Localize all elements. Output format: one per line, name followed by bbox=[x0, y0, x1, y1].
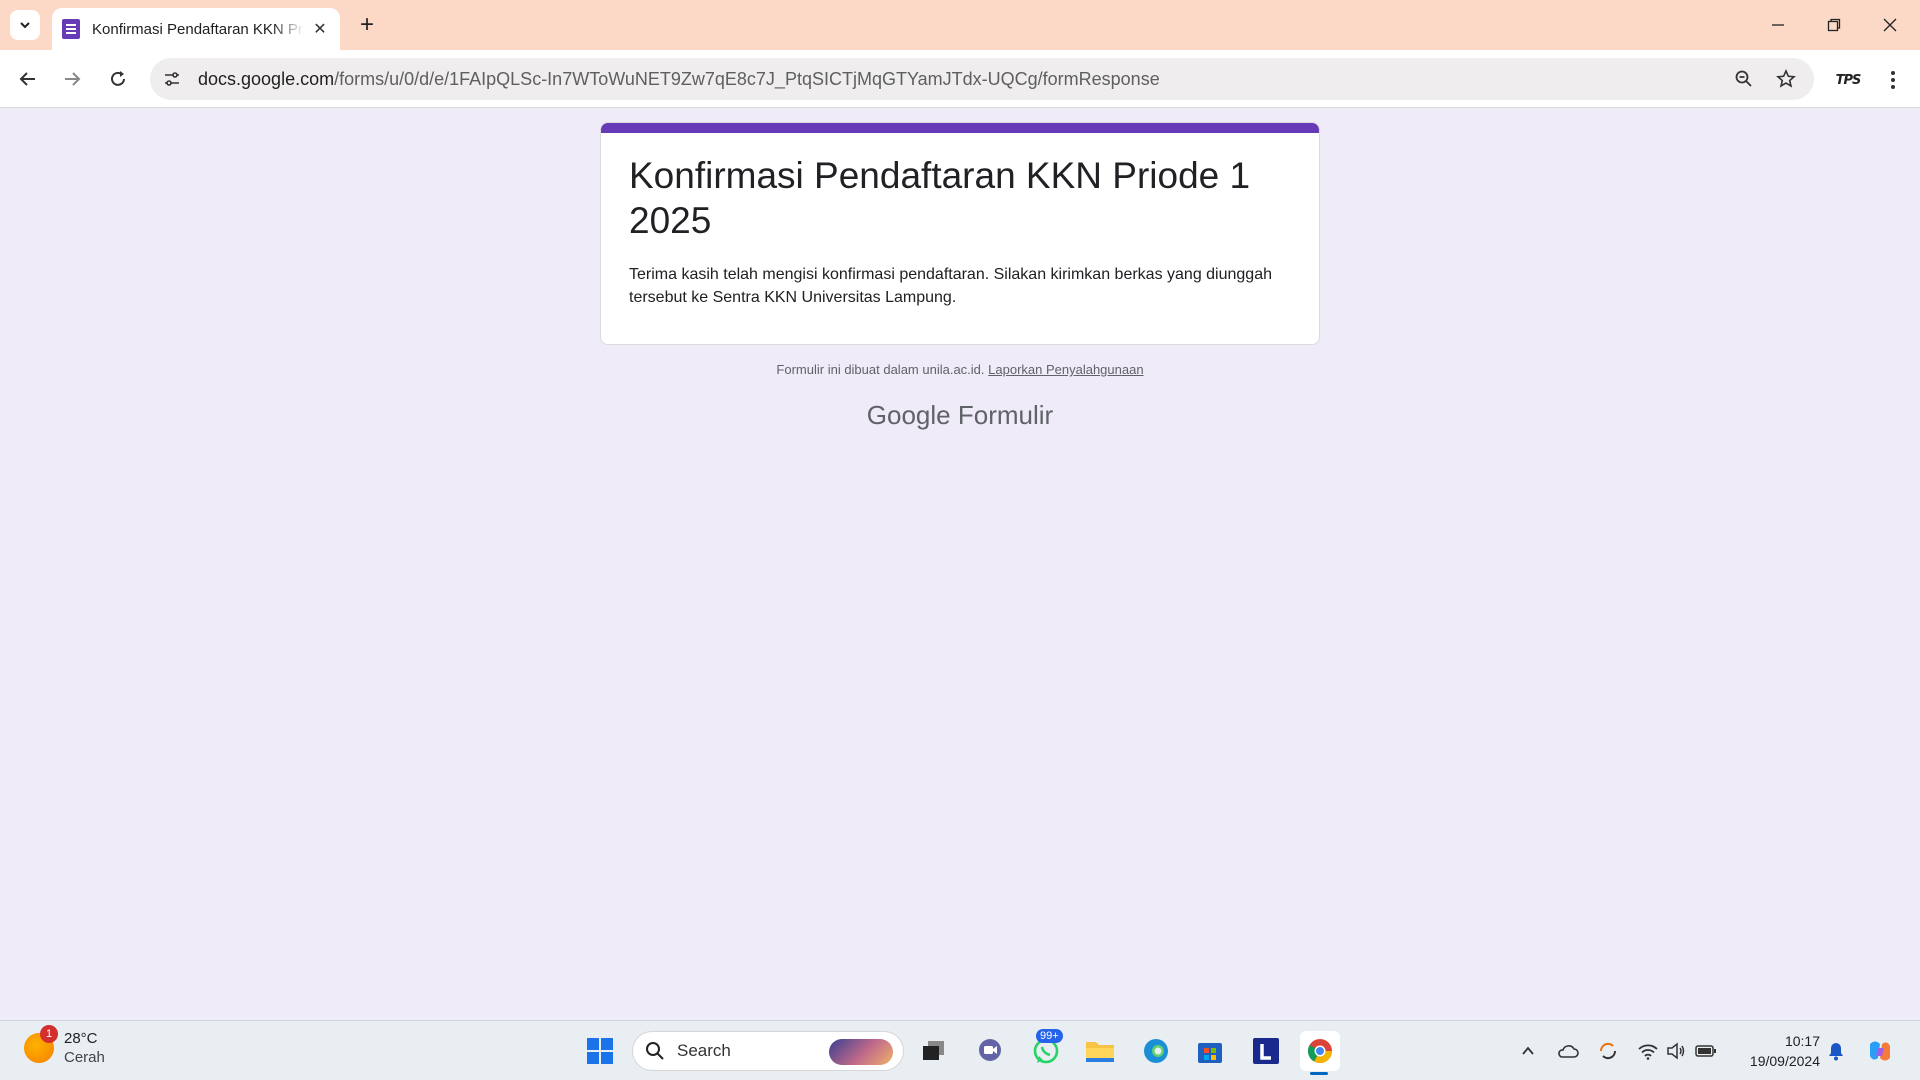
edge-button[interactable] bbox=[1136, 1031, 1176, 1071]
form-confirmation-card: Konfirmasi Pendaftaran KKN Priode 1 2025… bbox=[600, 122, 1320, 345]
weather-badge: 1 bbox=[40, 1025, 58, 1043]
form-footer-note: Formulir ini dibuat dalam unila.ac.id. L… bbox=[600, 362, 1320, 377]
footer-text: Formulir ini dibuat dalam unila.ac.id. bbox=[776, 362, 985, 377]
star-icon bbox=[1776, 69, 1796, 88]
weather-widget[interactable]: 1 28°C Cerah bbox=[24, 1025, 105, 1067]
clock-time: 10:17 bbox=[1784, 1033, 1820, 1049]
brand-product: Formulir bbox=[957, 400, 1054, 430]
bookmark-button[interactable] bbox=[1770, 63, 1802, 95]
new-tab-button[interactable]: + bbox=[352, 10, 382, 40]
form-title: Konfirmasi Pendaftaran KKN Priode 1 2025 bbox=[629, 155, 1251, 241]
show-hidden-icons-button[interactable] bbox=[1516, 1039, 1540, 1063]
weather-condition: Cerah bbox=[64, 1049, 105, 1066]
brand-google: Google bbox=[866, 400, 951, 430]
store-icon bbox=[1198, 1043, 1222, 1063]
forward-button[interactable] bbox=[56, 63, 88, 95]
more-vert-icon bbox=[1891, 71, 1895, 89]
task-view-icon bbox=[923, 1041, 944, 1060]
battery-button[interactable] bbox=[1694, 1039, 1718, 1063]
bell-icon bbox=[1829, 1043, 1843, 1061]
url-path: /forms/u/0/d/e/1FAIpQLSc-In7WToWuNET9Zw7… bbox=[334, 68, 1160, 89]
zoom-icon bbox=[1735, 70, 1752, 87]
start-button[interactable] bbox=[580, 1031, 620, 1071]
site-info-button[interactable] bbox=[154, 61, 190, 97]
arrow-left-icon bbox=[19, 72, 35, 86]
google-forms-icon bbox=[62, 19, 80, 39]
zoom-button[interactable] bbox=[1728, 63, 1760, 95]
chevron-down-icon bbox=[20, 22, 30, 29]
search-highlight-image bbox=[829, 1039, 893, 1065]
sun-icon: 1 bbox=[24, 1025, 58, 1063]
battery-icon bbox=[1695, 1045, 1716, 1057]
active-app-indicator bbox=[1310, 1072, 1328, 1075]
close-window-button[interactable] bbox=[1862, 0, 1918, 50]
form-accent-bar bbox=[601, 123, 1319, 133]
restore-icon bbox=[1827, 18, 1841, 32]
clock-date: 19/09/2024 bbox=[1749, 1053, 1820, 1069]
chrome-icon bbox=[1307, 1039, 1332, 1064]
volume-button[interactable] bbox=[1664, 1039, 1688, 1063]
close-tab-icon[interactable]: ✕ bbox=[310, 19, 330, 39]
search-icon bbox=[646, 1042, 664, 1060]
onedrive-button[interactable] bbox=[1556, 1039, 1580, 1063]
notifications-button[interactable] bbox=[1824, 1039, 1848, 1063]
microsoft-store-button[interactable] bbox=[1190, 1031, 1230, 1071]
windows-taskbar: 1 28°C Cerah Search 99+ 10:17 19/09/2024 bbox=[0, 1020, 1920, 1080]
sync-icon bbox=[1599, 1042, 1617, 1060]
tab-title: Konfirmasi Pendaftaran KKN Priode 1 2025 bbox=[92, 20, 304, 38]
tune-icon bbox=[165, 72, 179, 86]
close-icon bbox=[1883, 18, 1897, 32]
restore-button[interactable] bbox=[1806, 0, 1862, 50]
wifi-icon bbox=[1638, 1044, 1658, 1060]
active-tab[interactable]: Konfirmasi Pendaftaran KKN Priode 1 2025… bbox=[52, 8, 340, 50]
weather-temp: 28°C bbox=[64, 1030, 98, 1047]
volume-icon bbox=[1667, 1042, 1685, 1060]
url-host: docs.google.com bbox=[198, 68, 335, 89]
minimize-button[interactable] bbox=[1750, 0, 1806, 50]
minimize-icon bbox=[1772, 24, 1784, 26]
arrow-right-icon bbox=[65, 72, 81, 86]
l-app-button[interactable] bbox=[1246, 1031, 1286, 1071]
l-app-icon bbox=[1253, 1038, 1279, 1064]
form-description: Terima kasih telah mengisi konfirmasi pe… bbox=[629, 266, 1272, 306]
taskbar-search[interactable]: Search bbox=[632, 1031, 904, 1071]
file-explorer-button[interactable] bbox=[1080, 1031, 1120, 1071]
report-abuse-link[interactable]: Laporkan Penyalahgunaan bbox=[988, 362, 1143, 377]
edge-icon bbox=[1144, 1039, 1168, 1063]
browser-titlebar: Konfirmasi Pendaftaran KKN Priode 1 2025… bbox=[0, 0, 1920, 50]
task-view-button[interactable] bbox=[914, 1031, 954, 1071]
reload-icon bbox=[111, 71, 125, 86]
teams-chat-button[interactable] bbox=[970, 1031, 1010, 1071]
cloud-icon bbox=[1558, 1045, 1579, 1058]
folder-icon bbox=[1086, 1042, 1114, 1062]
chrome-button[interactable] bbox=[1300, 1031, 1340, 1071]
tps-extension-icon[interactable]: TPS bbox=[1832, 64, 1864, 96]
copilot-button[interactable] bbox=[1864, 1035, 1896, 1067]
system-clock[interactable]: 10:17 19/09/2024 bbox=[1730, 1031, 1820, 1071]
browser-menu-button[interactable] bbox=[1880, 64, 1906, 96]
chevron-up-icon bbox=[1522, 1046, 1534, 1055]
whatsapp-badge: 99+ bbox=[1036, 1029, 1063, 1043]
reload-button[interactable] bbox=[102, 63, 134, 95]
browser-toolbar: docs.google.com/forms/u/0/d/e/1FAIpQLSc-… bbox=[0, 50, 1920, 108]
chat-icon bbox=[979, 1039, 1001, 1061]
windows-icon bbox=[587, 1038, 613, 1064]
address-bar[interactable]: docs.google.com/forms/u/0/d/e/1FAIpQLSc-… bbox=[150, 58, 1814, 100]
wifi-button[interactable] bbox=[1636, 1039, 1660, 1063]
search-label: Search bbox=[677, 1041, 731, 1060]
url-text[interactable]: docs.google.com/forms/u/0/d/e/1FAIpQLSc-… bbox=[198, 69, 1160, 90]
tab-search-button[interactable] bbox=[10, 10, 40, 40]
copilot-icon bbox=[1870, 1041, 1890, 1061]
sync-button[interactable] bbox=[1596, 1039, 1620, 1063]
back-button[interactable] bbox=[12, 63, 44, 95]
google-forms-brand[interactable]: Google Formulir bbox=[600, 400, 1320, 431]
